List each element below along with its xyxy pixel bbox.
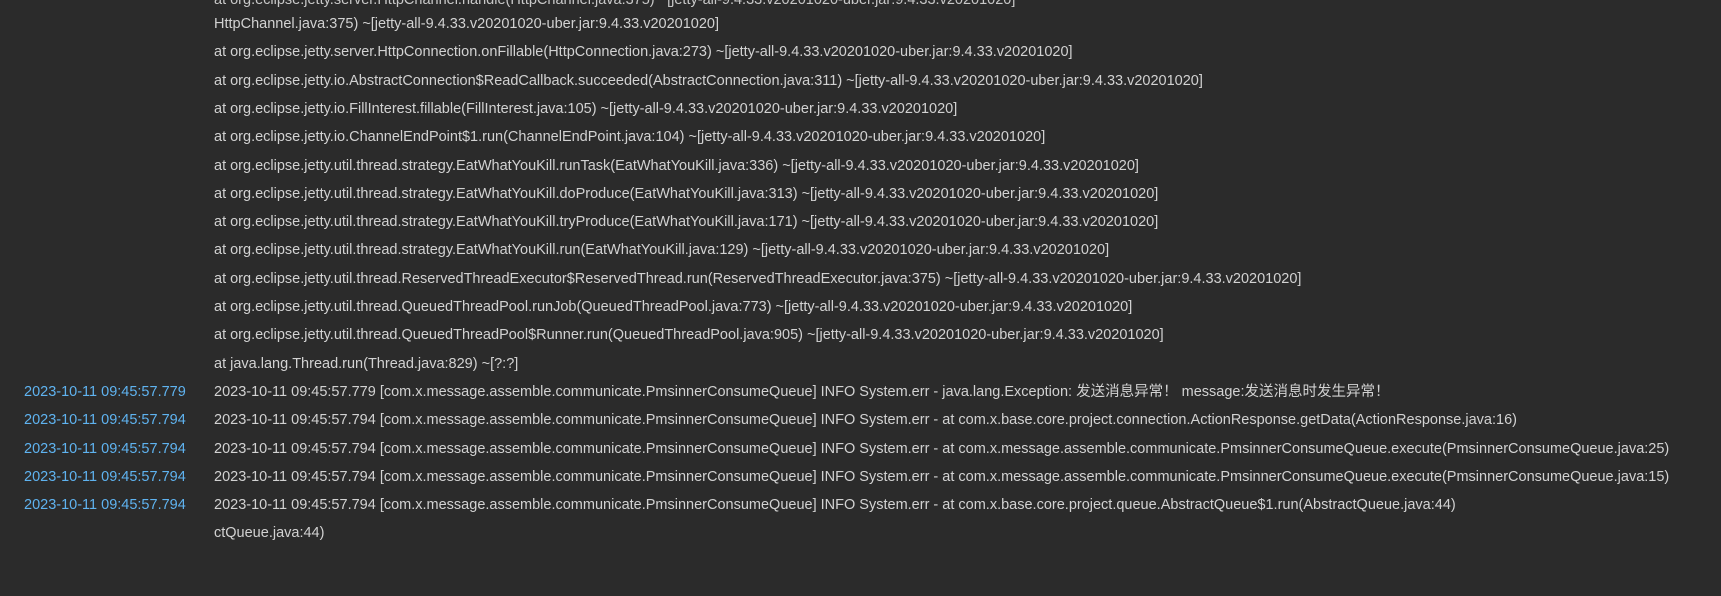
log-line: at org.eclipse.jetty.util.thread.strateg…: [0, 151, 1721, 182]
log-line: at org.eclipse.jetty.io.AbstractConnecti…: [0, 66, 1721, 97]
log-message: at org.eclipse.jetty.util.thread.strateg…: [214, 185, 1159, 202]
log-timestamp: 2023-10-11 09:45:57.794: [24, 497, 186, 514]
log-line: at java.lang.Thread.run(Thread.java:829)…: [0, 349, 1721, 380]
log-message: at org.eclipse.jetty.util.thread.strateg…: [214, 157, 1139, 174]
log-message: 2023-10-11 09:45:57.779 [com.x.message.a…: [214, 383, 1390, 400]
log-line: at org.eclipse.jetty.util.thread.QueuedT…: [0, 320, 1721, 351]
log-line: at org.eclipse.jetty.io.ChannelEndPoint$…: [0, 122, 1721, 153]
log-message: at org.eclipse.jetty.io.ChannelEndPoint$…: [214, 129, 1046, 146]
log-message: at org.eclipse.jetty.util.thread.QueuedT…: [214, 327, 1164, 344]
clipped-log-line: at org.eclipse.jetty.server.HttpChannel.…: [214, 0, 1016, 8]
log-message: ctQueue.java:44): [214, 525, 325, 542]
log-line: at org.eclipse.jetty.util.thread.strateg…: [0, 179, 1721, 210]
log-line: at org.eclipse.jetty.util.thread.Reserve…: [0, 264, 1721, 295]
log-line: at org.eclipse.jetty.server.HttpConnecti…: [0, 37, 1721, 68]
log-message: at org.eclipse.jetty.server.HttpConnecti…: [214, 44, 1073, 61]
log-line: at org.eclipse.jetty.io.FillInterest.fil…: [0, 94, 1721, 125]
log-message: 2023-10-11 09:45:57.794 [com.x.message.a…: [214, 468, 1670, 485]
log-line: 2023-10-11 09:45:57.794 2023-10-11 09:45:…: [0, 434, 1721, 465]
log-message: at org.eclipse.jetty.util.thread.strateg…: [214, 242, 1110, 259]
log-line: ctQueue.java:44): [0, 518, 1721, 549]
log-line: at org.eclipse.jetty.util.thread.strateg…: [0, 207, 1721, 238]
log-timestamp: 2023-10-11 09:45:57.794: [24, 412, 186, 429]
log-message: 2023-10-11 09:45:57.794 [com.x.message.a…: [214, 497, 1456, 514]
log-message: at org.eclipse.jetty.util.thread.Reserve…: [214, 270, 1302, 287]
log-output-panel[interactable]: at org.eclipse.jetty.server.HttpChannel.…: [0, 0, 1721, 596]
log-line: 2023-10-11 09:45:57.779 2023-10-11 09:45:…: [0, 377, 1721, 408]
log-message: 2023-10-11 09:45:57.794 [com.x.message.a…: [214, 412, 1517, 429]
log-line: at org.eclipse.jetty.util.thread.QueuedT…: [0, 292, 1721, 323]
log-message: 2023-10-11 09:45:57.794 [com.x.message.a…: [214, 440, 1670, 457]
log-timestamp: 2023-10-11 09:45:57.794: [24, 468, 186, 485]
log-message: at org.eclipse.jetty.io.AbstractConnecti…: [214, 72, 1203, 89]
log-line: 2023-10-11 09:45:57.794 2023-10-11 09:45:…: [0, 405, 1721, 436]
log-timestamp: 2023-10-11 09:45:57.794: [24, 440, 186, 457]
log-message: at org.eclipse.jetty.util.thread.strateg…: [214, 214, 1159, 231]
log-message: at java.lang.Thread.run(Thread.java:829)…: [214, 355, 519, 372]
log-line: at org.eclipse.jetty.util.thread.strateg…: [0, 235, 1721, 266]
log-line: 2023-10-11 09:45:57.794 2023-10-11 09:45:…: [0, 462, 1721, 493]
log-line: HttpChannel.java:375) ~[jetty-all-9.4.33…: [0, 9, 1721, 40]
log-timestamp: 2023-10-11 09:45:57.779: [24, 383, 186, 400]
log-line: 2023-10-11 09:45:57.794 2023-10-11 09:45:…: [0, 490, 1721, 521]
log-message: HttpChannel.java:375) ~[jetty-all-9.4.33…: [214, 16, 720, 32]
log-message: at org.eclipse.jetty.util.thread.QueuedT…: [214, 299, 1133, 315]
log-message: at org.eclipse.jetty.io.FillInterest.fil…: [214, 100, 958, 117]
